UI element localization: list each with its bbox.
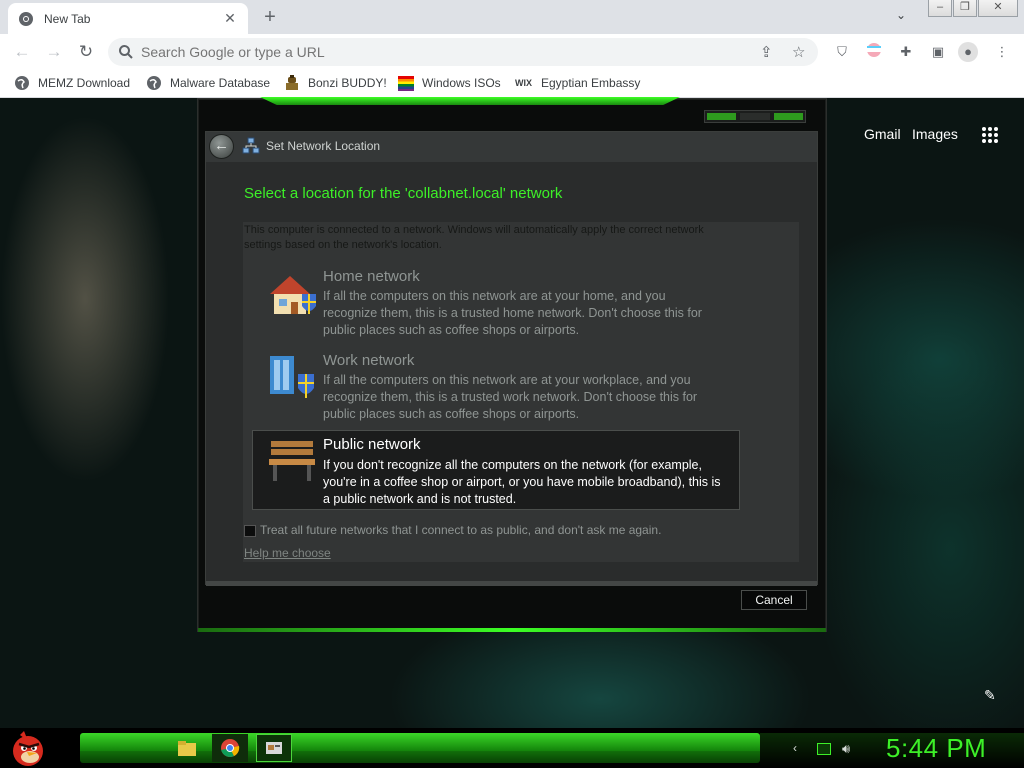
treat-networks-public-checkbox[interactable] (244, 525, 256, 537)
treat-networks-public-label[interactable]: Treat all future networks that I connect… (260, 523, 661, 537)
back-arrow-icon[interactable]: ← (10, 40, 34, 64)
folder-icon (178, 741, 196, 756)
bookmark-label: Bonzi BUDDY! (308, 76, 387, 90)
show-hidden-icons-icon[interactable]: ‹ (793, 741, 797, 755)
omnibox-input[interactable] (141, 42, 741, 62)
menu-kebab-icon[interactable]: ⋮ (992, 42, 1012, 62)
browser-toolbar: ← → ↻ ⇪ ☆ ⛉ ✚ ▣ ● ⋮ (0, 34, 1024, 70)
chrome-icon (221, 739, 240, 757)
ublock-shield-icon[interactable]: ⛉ (832, 42, 852, 62)
option-description: If you don't recognize all the computers… (323, 458, 721, 506)
bookmark-windows-isos[interactable]: Windows ISOs (398, 75, 501, 91)
option-public-network[interactable]: Public network If you don't recognize al… (252, 430, 740, 510)
option-name: Work network (323, 352, 415, 369)
chrome-icon (19, 11, 33, 26)
tab-strip: New Tab ✕ + ⌄ – ❐ ✕ (0, 0, 1024, 34)
taskbar-chrome-button[interactable] (212, 734, 248, 762)
bonzi-icon (286, 75, 298, 90)
tab-new-tab[interactable]: New Tab ✕ (8, 3, 248, 34)
tab-search-chevron-icon[interactable]: ⌄ (896, 8, 906, 22)
network-icon (242, 137, 260, 154)
option-home-network[interactable]: Home network If all the computers on thi… (252, 268, 740, 348)
caption-maximize-button[interactable] (740, 113, 770, 120)
bookmark-label: Egyptian Embassy (541, 76, 641, 90)
globe-icon (15, 76, 29, 90)
option-description: If all the computers on this network are… (323, 289, 702, 337)
work-network-icon (270, 356, 314, 398)
bookmark-egyptian-embassy[interactable]: WIX Egyptian Embassy (515, 75, 640, 91)
search-icon (119, 45, 133, 59)
dialog-main-title: Select a location for the 'collabnet.loc… (244, 185, 563, 202)
window-caption-buttons (704, 110, 806, 123)
public-bench-icon (269, 441, 315, 481)
windows-flag-icon (398, 76, 414, 91)
gmail-link[interactable]: Gmail (864, 126, 901, 142)
profile-avatar-icon[interactable]: ● (958, 42, 978, 62)
wix-icon: WIX (515, 78, 532, 88)
caption-minimize-button[interactable] (707, 113, 737, 120)
share-icon[interactable]: ⇪ (760, 43, 773, 61)
customize-pencil-icon[interactable]: ✎ (984, 687, 996, 704)
bookmark-malware-database[interactable]: Malware Database (146, 75, 270, 91)
option-name: Public network (323, 436, 421, 453)
close-window-button[interactable]: ✕ (978, 0, 1018, 17)
bookmark-memz-download[interactable]: MEMZ Download (14, 75, 130, 91)
volume-icon[interactable]: 🔊︎ (842, 741, 850, 757)
forward-arrow-icon[interactable]: → (42, 40, 66, 64)
minimize-button[interactable]: – (928, 0, 952, 17)
restore-button[interactable]: ❐ (953, 0, 977, 17)
bookmarks-bar: MEMZ Download Malware Database Bonzi BUD… (0, 70, 1024, 98)
extension-flag-icon[interactable] (864, 42, 884, 62)
google-apps-grid-icon[interactable] (982, 127, 998, 143)
tab-close-icon[interactable]: ✕ (222, 10, 238, 27)
dialog-footer-divider (206, 581, 817, 586)
bookmark-label: Malware Database (170, 76, 271, 90)
dialog-intro-text: This computer is connected to a network.… (244, 224, 704, 251)
taskbar-clock[interactable]: 5:44 PM (886, 733, 986, 764)
window-bottom-glow (198, 628, 826, 632)
home-network-icon (270, 276, 316, 314)
taskbar-network-dialog-button[interactable] (256, 734, 292, 762)
window-top-glow (260, 97, 680, 105)
network-tray-icon[interactable] (817, 743, 831, 755)
option-description: If all the computers on this network are… (323, 373, 698, 421)
bookmark-star-icon[interactable]: ☆ (792, 43, 805, 61)
bookmark-bonzi-buddy[interactable]: Bonzi BUDDY! (284, 75, 387, 91)
bookmark-label: MEMZ Download (38, 76, 131, 90)
bookmark-label: Windows ISOs (422, 76, 501, 90)
omnibox[interactable]: ⇪ ☆ (108, 38, 818, 66)
start-button-angry-bird-icon[interactable] (8, 729, 48, 767)
help-me-choose-link[interactable]: Help me choose (244, 546, 331, 560)
taskbar-explorer-button[interactable] (169, 734, 205, 762)
reload-icon[interactable]: ↻ (74, 40, 98, 64)
side-panel-icon[interactable]: ▣ (928, 42, 948, 62)
dialog-header-title: Set Network Location (266, 139, 381, 153)
images-link[interactable]: Images (912, 126, 958, 142)
extensions-puzzle-icon[interactable]: ✚ (896, 42, 916, 62)
caption-close-button[interactable] (773, 113, 803, 120)
option-work-network[interactable]: Work network If all the computers on thi… (252, 352, 740, 432)
network-dialog-icon (266, 742, 282, 754)
back-button[interactable]: ← (209, 134, 234, 159)
cancel-button[interactable]: Cancel (741, 590, 807, 610)
option-name: Home network (323, 268, 420, 285)
new-tab-button[interactable]: + (259, 6, 281, 29)
globe-icon (147, 76, 161, 90)
tab-title: New Tab (44, 11, 91, 26)
